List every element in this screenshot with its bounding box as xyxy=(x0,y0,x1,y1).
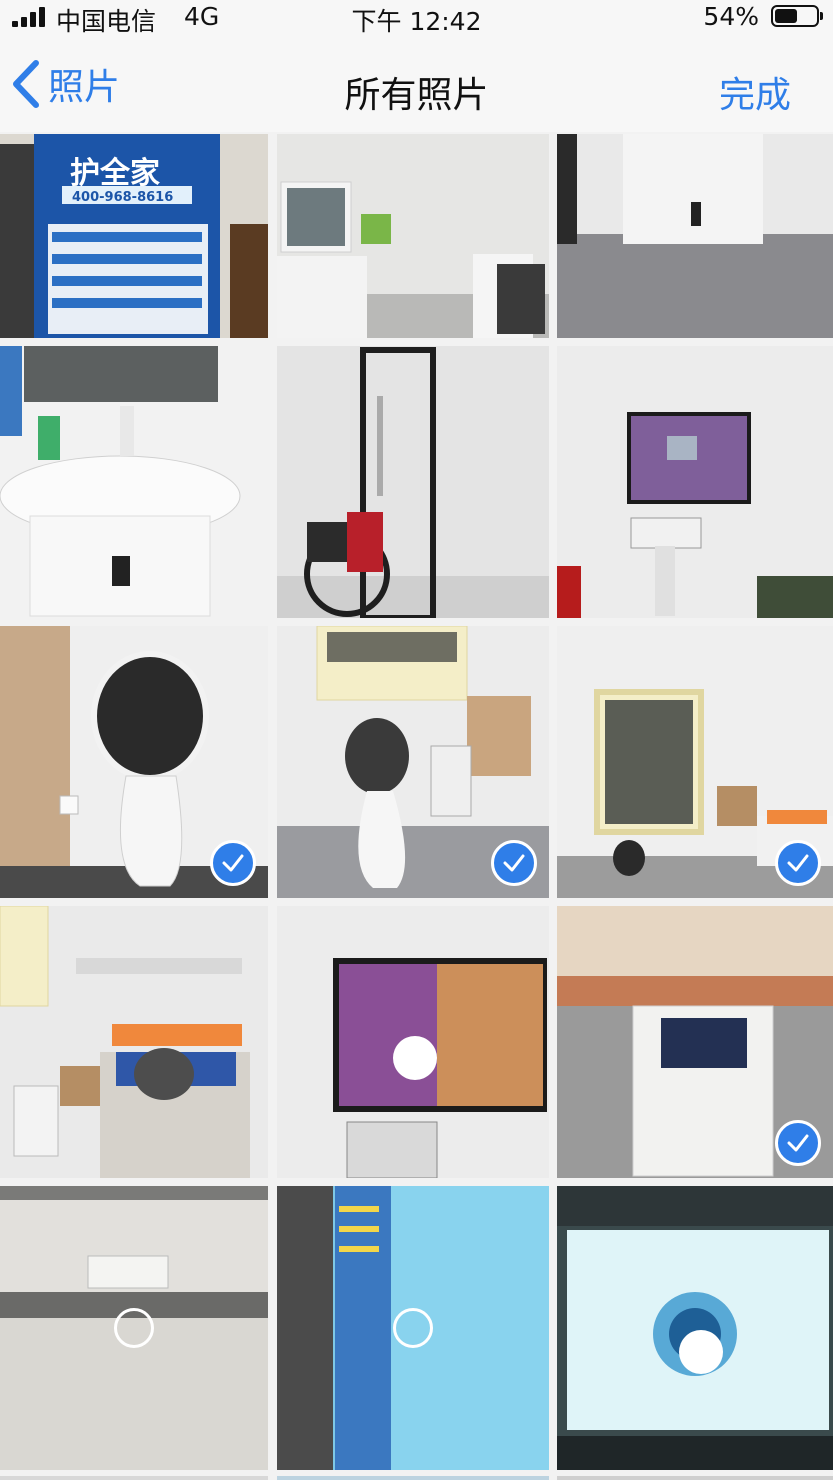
banner-headline: 护全家 xyxy=(70,156,160,191)
selected-checkmark-icon xyxy=(775,840,821,886)
selected-checkmark-icon xyxy=(210,840,256,886)
photo-presentation-image xyxy=(557,1186,833,1470)
banner-phone: 400-968-8616 xyxy=(72,190,174,205)
photo-tile[interactable] xyxy=(277,346,549,618)
photo-tile[interactable] xyxy=(277,1476,549,1480)
photo-tile[interactable] xyxy=(0,346,268,618)
photo-bed-image xyxy=(0,906,268,1178)
select-circle-icon[interactable] xyxy=(393,1308,433,1348)
battery-icon xyxy=(771,5,823,27)
battery-fill xyxy=(775,9,797,23)
done-button[interactable]: 完成 xyxy=(719,66,791,118)
photo-sink-unit-image xyxy=(557,134,833,338)
photo-tile[interactable] xyxy=(277,626,549,898)
photo-tile[interactable] xyxy=(277,1186,549,1470)
photo-tile[interactable] xyxy=(557,1186,833,1470)
photo-bathroom-mirror-image xyxy=(277,134,549,338)
photo-tile[interactable] xyxy=(0,1476,268,1480)
photo-tile[interactable] xyxy=(277,134,549,338)
photo-tile[interactable] xyxy=(277,906,549,1178)
photo-tile[interactable] xyxy=(0,626,268,898)
photo-tile[interactable] xyxy=(0,1186,268,1470)
photo-tile[interactable] xyxy=(557,1476,833,1480)
photo-washbasin-image xyxy=(0,346,268,618)
photo-tile[interactable] xyxy=(557,626,833,898)
upload-progress-indicator xyxy=(679,1330,723,1374)
photo-tile[interactable] xyxy=(557,906,833,1178)
nav-bar: 照片 所有照片 完成 xyxy=(0,36,833,132)
status-bar: 中国电信 4G 下午 12:42 54% xyxy=(0,0,833,36)
select-circle-icon[interactable] xyxy=(114,1308,154,1348)
photo-tile[interactable] xyxy=(557,346,833,618)
selected-checkmark-icon xyxy=(491,840,537,886)
photo-tile[interactable]: 护全家 400-968-8616 xyxy=(0,134,268,338)
photo-tile[interactable] xyxy=(557,134,833,338)
selected-checkmark-icon xyxy=(775,1120,821,1166)
photo-shower-wheelchair-image xyxy=(277,346,549,618)
photo-display-wall-image xyxy=(557,346,833,618)
battery-percentage: 54% xyxy=(703,2,759,31)
upload-progress-indicator xyxy=(393,1036,437,1080)
photo-tile[interactable] xyxy=(0,906,268,1178)
page-title: 所有照片 xyxy=(344,75,489,116)
